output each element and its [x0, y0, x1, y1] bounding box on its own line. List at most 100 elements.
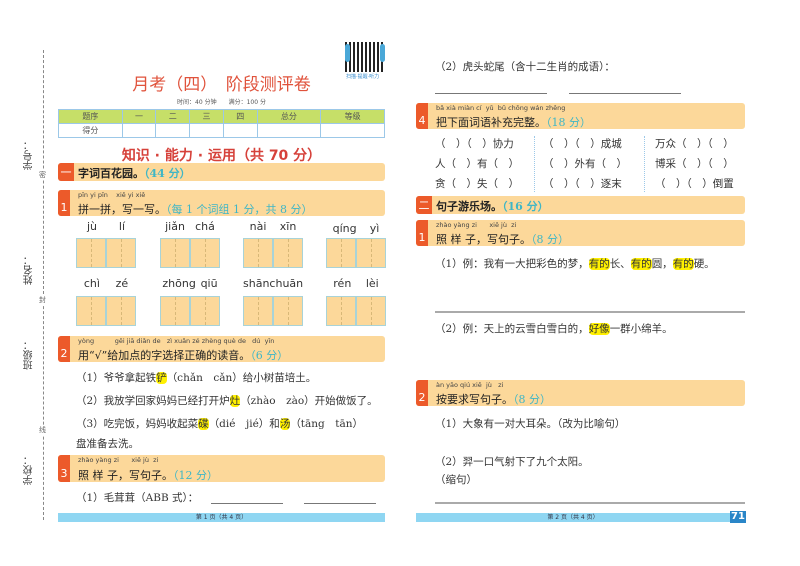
- answer-blank[interactable]: [304, 503, 376, 504]
- section-number: 二: [416, 196, 432, 214]
- page-footer: 第 1 页（共 4 页）: [58, 513, 385, 522]
- answer-line[interactable]: [435, 502, 745, 504]
- seal-mark: 封: [39, 295, 46, 305]
- page-title: 月考（四） 阶段测评卷: [132, 75, 311, 95]
- example-1: （1）例：我有一大把彩色的梦，有的长、有的圆，有的硬。: [435, 258, 715, 270]
- question-number: 4: [416, 103, 428, 129]
- question-3-header: 3 zhào yàng zi xiě jù zi 照 样 子，写句子。（12 分…: [58, 455, 385, 482]
- score-cell[interactable]: [155, 123, 191, 138]
- name-label: 姓名：: [24, 255, 35, 285]
- question-number: 1: [58, 190, 70, 216]
- reading-item: （2）我放学回家妈妈已经打开炉灶（zhào zào）开始做饭了。: [76, 395, 378, 407]
- exam-meta: 时间：40 分钟 满分：100 分: [177, 99, 266, 106]
- pinyin: xīn: [279, 220, 297, 233]
- question-number: 2: [416, 380, 428, 406]
- answer-blank[interactable]: [435, 93, 547, 94]
- table-header: 总分: [256, 109, 322, 124]
- question-text: 按要求写句子。: [436, 393, 513, 406]
- page-number: 71: [730, 511, 746, 523]
- pinyin: zhào yàng zi xiě jù zi: [78, 456, 159, 464]
- table-header: 四: [222, 109, 258, 124]
- idiom-item[interactable]: （ ）（ ）成城: [543, 136, 622, 151]
- writing-boxes[interactable]: [76, 296, 136, 326]
- pinyin: zé: [115, 277, 129, 290]
- idiom-item[interactable]: 万众（ ）（ ）: [655, 136, 734, 151]
- q3-item-2: （2）虎头蛇尾（含十二生肖的成语）：: [435, 61, 615, 73]
- answer-blank[interactable]: [569, 93, 681, 94]
- table-header: 三: [189, 109, 224, 124]
- question-1-header: 1 pīn yi pīn xiě yi xiě 拼一拼，写一写。（每 1 个词组…: [58, 190, 385, 216]
- pinyin: jù: [86, 220, 97, 233]
- score-table: 题序 一 二 三 四 总分 等级 得分: [58, 109, 385, 138]
- idiom-item[interactable]: 人（ ）有（ ）: [435, 156, 519, 171]
- answer-blank[interactable]: [211, 503, 283, 504]
- idiom-item[interactable]: （ ）（ ）倒置: [655, 176, 734, 191]
- idiom-item[interactable]: 贪（ ）失（ ）: [435, 176, 519, 191]
- school-label: 学校：: [24, 455, 35, 485]
- pinyin: zhào yàng zi xiě jù zi: [436, 221, 517, 229]
- qr-code: [345, 42, 385, 72]
- points: （18 分）: [546, 116, 591, 129]
- question-2-header: 2 yòng gěi jiā diǎn de zì xuǎn zé zhèng …: [58, 336, 385, 362]
- pinyin: jiǎn: [165, 220, 185, 233]
- section-number: 一: [58, 163, 74, 181]
- pinyin: pīn yi pīn xiě yi xiě: [78, 191, 146, 199]
- writing-boxes[interactable]: [326, 296, 386, 326]
- section-title: 字词百花园。（44 分）: [78, 167, 191, 180]
- pinyin: bǎ xià miàn cí yǔ bǔ chōng wán zhěng: [436, 104, 566, 112]
- table-header: 等级: [320, 109, 385, 124]
- question-text: 把下面词语补充完整。: [436, 116, 546, 129]
- question-number: 2: [58, 336, 70, 362]
- seal-mark: 密: [39, 170, 46, 180]
- score-cell[interactable]: [121, 123, 157, 138]
- points: （12 分）: [173, 469, 218, 482]
- reading-item: （1）爷爷拿起铁铲（chǎn cǎn）给小树苗培土。: [76, 372, 317, 384]
- idiom-item[interactable]: （ ）外有（ ）: [543, 156, 627, 171]
- question-4-header: 4 bǎ xià miàn cí yǔ bǔ chōng wán zhěng 把…: [416, 103, 745, 129]
- table-header: 一: [121, 109, 157, 124]
- s2q2-item-2-note: （缩句）: [435, 474, 477, 486]
- reading-item: （3）吃完饭，妈妈收起菜碟（dié jié）和汤（tāng tān）: [76, 418, 364, 430]
- question-text: 照 样 子，写句子。: [436, 233, 531, 246]
- table-header: 题序: [58, 109, 123, 124]
- score-cell[interactable]: [256, 123, 322, 138]
- writing-boxes[interactable]: [243, 238, 303, 268]
- idiom-item[interactable]: （ ）（ ）逐末: [543, 176, 622, 191]
- answer-line[interactable]: [435, 311, 745, 313]
- points: （6 分）: [250, 349, 289, 362]
- score-cell[interactable]: [189, 123, 224, 138]
- row-label: 得分: [58, 123, 123, 138]
- question-text: 拼一拼，写一写。: [78, 203, 166, 216]
- s2-question-1-header: 1 zhào yàng zi xiě jù zi 照 样 子，写句子。（8 分）: [416, 220, 745, 246]
- pinyin: shān: [243, 277, 270, 290]
- score-cell[interactable]: [222, 123, 258, 138]
- reading-item-cont: 盘准备去洗。: [76, 438, 139, 450]
- writing-boxes[interactable]: [326, 238, 386, 268]
- section-2-header: 二 句子游乐场。（16 分）: [416, 196, 745, 214]
- table-header: 二: [155, 109, 191, 124]
- points: （8 分）: [531, 233, 569, 246]
- pinyin: yì: [369, 222, 380, 235]
- s2q2-item-1: （1）大象有一对大耳朵。（改为比喻句）: [435, 418, 626, 430]
- section-title: 句子游乐场。: [436, 200, 502, 213]
- example-2: （2）例：天上的云雪白雪白的，好像一群小绵羊。: [435, 323, 673, 335]
- writing-boxes[interactable]: [160, 296, 220, 326]
- s2-question-2-header: 2 àn yāo qiú xiě jù zi 按要求写句子。（8 分）: [416, 380, 745, 406]
- writing-boxes[interactable]: [160, 238, 220, 268]
- question-text: 照 样 子，写句子。: [78, 469, 173, 482]
- pinyin: lèi: [365, 277, 379, 290]
- s2q2-item-2: （2）羿一口气射下了九个太阳。: [435, 456, 589, 468]
- pinyin: rén: [333, 277, 352, 290]
- idiom-item[interactable]: （ ）（ ）协力: [435, 136, 514, 151]
- pinyin: chá: [195, 220, 215, 233]
- writing-boxes[interactable]: [243, 296, 303, 326]
- pinyin: yòng gěi jiā diǎn de zì xuǎn zé zhèng qu…: [78, 337, 275, 345]
- score-cell[interactable]: [320, 123, 385, 138]
- writing-boxes[interactable]: [76, 238, 136, 268]
- points: （16 分）: [502, 200, 549, 213]
- student-id-label: 学号：: [24, 140, 35, 170]
- idiom-item[interactable]: 博采（ ）（ ）: [655, 156, 734, 171]
- pinyin: qiū: [200, 277, 218, 290]
- pinyin: chì: [83, 277, 100, 290]
- q3-item-1: （1）毛茸茸（ABB 式）：: [76, 492, 199, 504]
